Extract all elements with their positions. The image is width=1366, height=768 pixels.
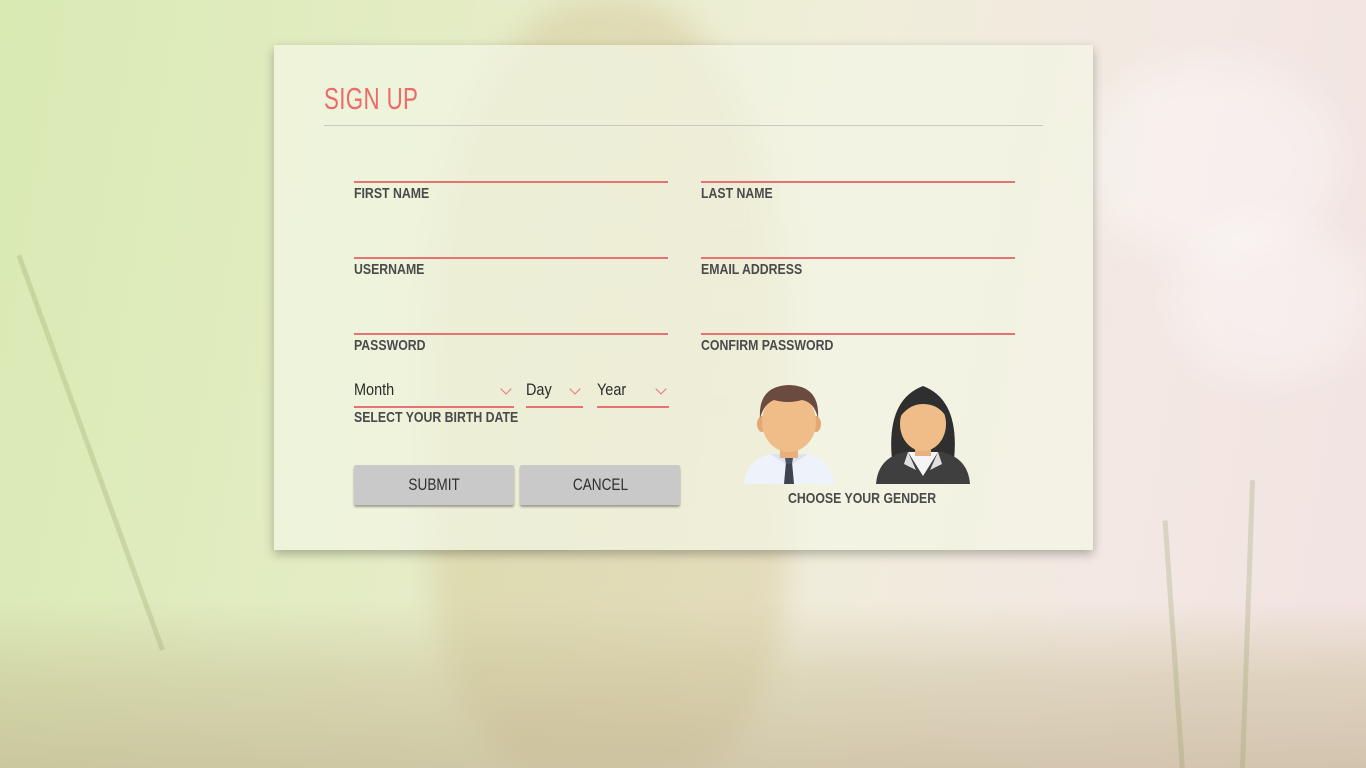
first-name-label: FIRST NAME	[354, 185, 430, 202]
chevron-down-icon	[655, 383, 667, 395]
background-ground	[0, 600, 1366, 768]
gender-label: CHOOSE YOUR GENDER	[788, 490, 937, 507]
signup-card: SIGN UP FIRST NAME LAST NAME USERNAME EM…	[274, 45, 1093, 550]
month-select[interactable]: Month	[354, 378, 514, 408]
email-field: EMAIL ADDRESS	[701, 231, 1015, 278]
female-avatar-icon[interactable]	[874, 380, 972, 486]
last-name-label: LAST NAME	[701, 185, 773, 202]
username-field: USERNAME	[354, 231, 668, 278]
confirm-password-input[interactable]	[701, 307, 1015, 335]
background-grass	[1240, 480, 1256, 768]
password-input[interactable]	[354, 307, 668, 335]
title-divider	[324, 125, 1043, 126]
confirm-password-field: CONFIRM PASSWORD	[701, 307, 1015, 354]
cancel-button[interactable]: CANCEL	[520, 465, 680, 505]
email-label: EMAIL ADDRESS	[701, 261, 803, 278]
last-name-field: LAST NAME	[701, 155, 1015, 202]
first-name-field: FIRST NAME	[354, 155, 668, 202]
year-select-value: Year	[597, 380, 627, 399]
day-select[interactable]: Day	[526, 378, 583, 408]
username-label: USERNAME	[354, 261, 425, 278]
birth-date-label: SELECT YOUR BIRTH DATE	[354, 409, 519, 426]
chevron-down-icon	[500, 383, 512, 395]
confirm-password-label: CONFIRM PASSWORD	[701, 337, 834, 354]
email-input[interactable]	[701, 231, 1015, 259]
year-select[interactable]: Year	[597, 378, 669, 408]
first-name-input[interactable]	[354, 155, 668, 183]
month-select-value: Month	[354, 380, 395, 399]
background-grass	[16, 254, 165, 651]
cancel-button-label: CANCEL	[572, 475, 628, 494]
background-grass	[1162, 520, 1185, 768]
last-name-input[interactable]	[701, 155, 1015, 183]
password-field: PASSWORD	[354, 307, 668, 354]
day-select-value: Day	[526, 380, 552, 399]
username-input[interactable]	[354, 231, 668, 259]
male-avatar-icon[interactable]	[740, 380, 838, 486]
background-cloud	[1170, 220, 1366, 380]
password-label: PASSWORD	[354, 337, 426, 354]
background-cloud	[1080, 60, 1340, 260]
submit-button[interactable]: SUBMIT	[354, 465, 514, 505]
chevron-down-icon	[569, 383, 581, 395]
form-title: SIGN UP	[324, 81, 419, 116]
submit-button-label: SUBMIT	[408, 475, 460, 494]
